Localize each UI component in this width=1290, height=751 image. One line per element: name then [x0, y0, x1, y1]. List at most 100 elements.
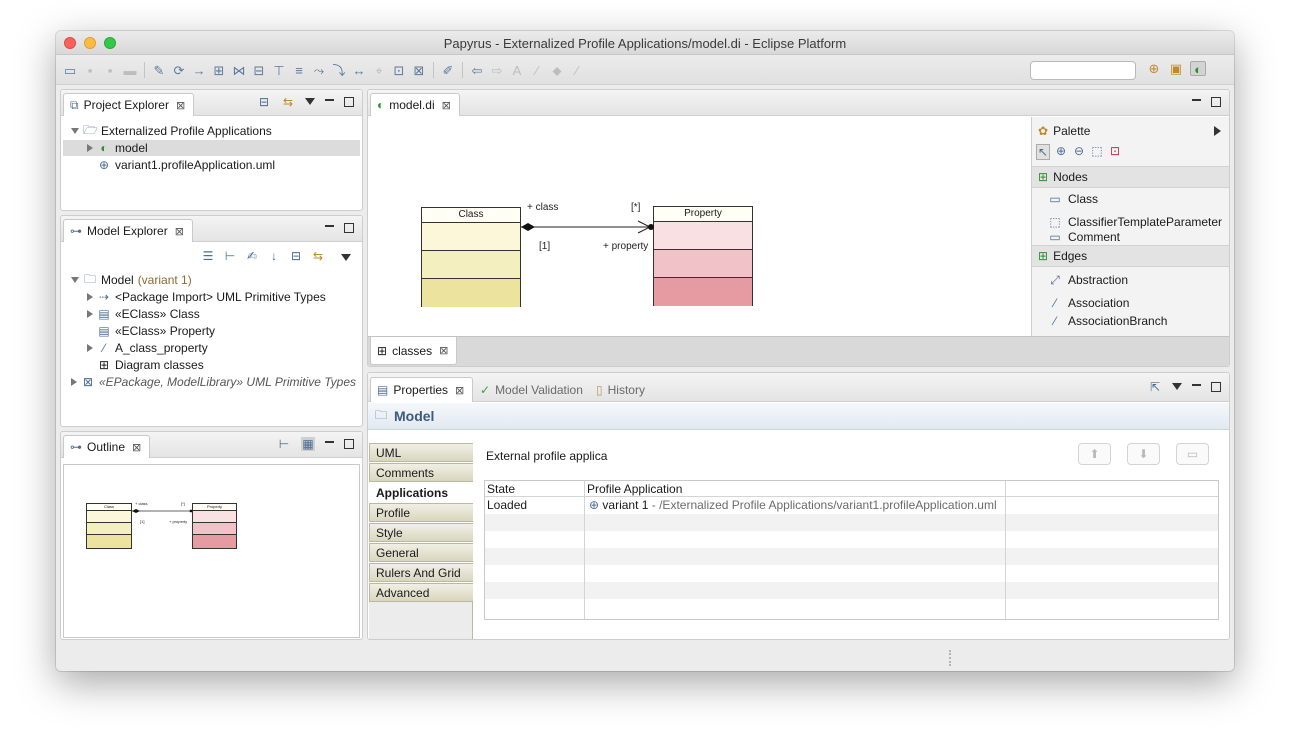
- resize-icon[interactable]: ↔: [351, 63, 367, 78]
- forward-icon[interactable]: ⇨: [489, 63, 505, 78]
- collapse-icon[interactable]: [87, 293, 93, 301]
- palette-tool-comment[interactable]: ▭ Comment: [1048, 230, 1120, 243]
- link-style-icon[interactable]: ⤵: [331, 63, 347, 78]
- pin-view-icon[interactable]: ⇱: [1148, 380, 1162, 394]
- overview-icon[interactable]: ▦: [301, 437, 315, 451]
- association-line[interactable]: [368, 117, 1031, 336]
- save-all-icon[interactable]: ▪: [102, 63, 118, 78]
- layout-icon[interactable]: ⊟: [251, 63, 267, 78]
- close-icon[interactable]: ⊠: [132, 441, 141, 454]
- tree-outline-icon[interactable]: ⊢: [277, 437, 291, 451]
- refresh-icon[interactable]: ⟳: [171, 63, 187, 78]
- palette-tool-association[interactable]: ⁄ Association: [1048, 293, 1129, 313]
- switch-profile-button[interactable]: ▭: [1176, 443, 1209, 465]
- tab-classes-diagram[interactable]: ⊞ classes ⊠: [370, 337, 458, 365]
- tab-model-validation[interactable]: ✓ Model Validation: [474, 377, 591, 402]
- side-tab-general[interactable]: General: [369, 543, 473, 562]
- select-tool-icon[interactable]: ↖: [1036, 144, 1050, 160]
- multiplicity-star[interactable]: [*]: [631, 202, 640, 213]
- connector-icon[interactable]: →: [191, 63, 207, 78]
- hide-palette-icon[interactable]: [1214, 126, 1221, 136]
- palette-tool-association-branch[interactable]: ⁄ AssociationBranch: [1048, 314, 1167, 327]
- collapse-all-icon[interactable]: ⊟: [257, 95, 271, 109]
- view-menu-icon[interactable]: [341, 254, 351, 261]
- collapse-all-icon[interactable]: ⊟: [289, 249, 303, 263]
- collapse-icon[interactable]: [87, 144, 93, 152]
- minimize-icon[interactable]: [325, 225, 334, 227]
- papyrus-perspective-icon[interactable]: ◐: [1190, 61, 1206, 77]
- arrange-icon[interactable]: ⋈: [231, 63, 247, 78]
- resource-perspective-icon[interactable]: ▣: [1168, 61, 1184, 76]
- table-row[interactable]: Loaded ⊕ variant 1 - /Externalized Profi…: [485, 497, 1218, 514]
- brush-icon[interactable]: ✐: [440, 63, 456, 78]
- minimize-icon[interactable]: [1192, 99, 1201, 101]
- tree-item-eclass-property[interactable]: ▤ «EClass» Property: [97, 323, 215, 339]
- load-profile-button[interactable]: ⬆: [1078, 443, 1111, 465]
- column-header-profile-application[interactable]: Profile Application: [585, 481, 1006, 497]
- side-tab-applications[interactable]: Applications: [369, 483, 473, 502]
- save-icon[interactable]: ▪: [82, 63, 98, 78]
- route-icon[interactable]: ⤳: [311, 63, 327, 78]
- minimize-icon[interactable]: [325, 99, 334, 101]
- tree-item-project[interactable]: 🗁 Externalized Profile Applications: [71, 123, 272, 139]
- select-icon[interactable]: ⌖: [371, 63, 387, 78]
- edit-icon[interactable]: ✎: [151, 63, 167, 78]
- side-tab-comments[interactable]: Comments: [369, 463, 473, 482]
- marquee-icon[interactable]: ⬚: [1090, 144, 1104, 160]
- font-icon[interactable]: A: [509, 63, 525, 78]
- tree-item-model[interactable]: ◐ model: [63, 140, 360, 156]
- palette-drawer-nodes[interactable]: ⊞ Nodes: [1032, 166, 1229, 188]
- side-tab-advanced[interactable]: Advanced: [369, 583, 473, 602]
- collapse-icon[interactable]: [87, 344, 93, 352]
- line-style-icon[interactable]: ⁄: [569, 63, 585, 78]
- palette-tool-classifier-template-parameter[interactable]: ⬚ ClassifierTemplateParameter: [1048, 212, 1222, 232]
- tree-layout-icon[interactable]: ⊤: [271, 63, 287, 78]
- maximize-icon[interactable]: [1211, 382, 1221, 392]
- tab-model-explorer[interactable]: ⊶ Model Explorer ⊠: [63, 219, 193, 242]
- tree-item-model-root[interactable]: 🗀 Model (variant 1): [71, 272, 192, 288]
- profile-applications-table[interactable]: State Profile Application Loaded ⊕ varia…: [484, 480, 1219, 620]
- frame-icon[interactable]: ⊠: [411, 63, 427, 78]
- align-icon[interactable]: ⊞: [211, 63, 227, 78]
- back-icon[interactable]: ⇦: [469, 63, 485, 78]
- tree-item-eclass-class[interactable]: ▤ «EClass» Class: [87, 306, 200, 322]
- quick-access-search-input[interactable]: [1030, 61, 1136, 80]
- list-view-icon[interactable]: ☰: [201, 249, 215, 263]
- palette-drawer-edges[interactable]: ⊞ Edges: [1032, 245, 1229, 267]
- tab-outline[interactable]: ⊶ Outline ⊠: [63, 435, 151, 458]
- filter-icon[interactable]: ✍: [245, 249, 259, 263]
- line-color-icon[interactable]: ⁄: [529, 63, 545, 78]
- tree-item-association[interactable]: ⁄ A_class_property: [87, 340, 208, 356]
- tree-item-package-import[interactable]: ⇢ <Package Import> UML Primitive Types: [87, 289, 326, 305]
- tab-project-explorer[interactable]: ⧉ Project Explorer ⊠: [63, 93, 195, 116]
- tab-properties[interactable]: ▤ Properties ⊠: [370, 377, 474, 402]
- collapse-icon[interactable]: [87, 310, 93, 318]
- distribute-icon[interactable]: ≡: [291, 63, 307, 78]
- collapse-icon[interactable]: [71, 378, 77, 386]
- open-perspective-icon[interactable]: ⊕: [1146, 61, 1162, 76]
- maximize-icon[interactable]: [344, 439, 354, 449]
- close-icon[interactable]: ⊠: [176, 99, 185, 112]
- side-tab-rulers-and-grid[interactable]: Rulers And Grid: [369, 563, 473, 582]
- close-icon[interactable]: ⊠: [439, 344, 448, 357]
- zoom-out-icon[interactable]: ⊖: [1072, 144, 1086, 160]
- link-editor-icon[interactable]: ⇆: [281, 95, 295, 109]
- minimize-icon[interactable]: [1192, 384, 1201, 386]
- zoom-in-icon[interactable]: ⊕: [1054, 144, 1068, 160]
- tree-item-uml-file[interactable]: ⊕ variant1.profileApplication.uml: [97, 157, 275, 173]
- fill-color-icon[interactable]: ⬥: [549, 63, 565, 78]
- expand-icon[interactable]: [71, 277, 79, 283]
- column-header-state[interactable]: State: [485, 481, 585, 497]
- sort-alpha-icon[interactable]: ↓: [267, 249, 281, 263]
- unload-profile-button[interactable]: ⬇: [1127, 443, 1160, 465]
- palette-tool-class[interactable]: ▭ Class: [1048, 189, 1098, 209]
- maximize-icon[interactable]: [1211, 97, 1221, 107]
- view-menu-icon[interactable]: [305, 98, 315, 105]
- outline-thumbnail[interactable]: Class Property + class [*] [1] + propert…: [63, 464, 360, 638]
- palette-tool-abstraction[interactable]: ⤢ Abstraction: [1048, 270, 1128, 290]
- close-icon[interactable]: ⊠: [175, 225, 184, 238]
- diagram-canvas[interactable]: Class Property + class [*] [1] + propert…: [368, 117, 1031, 336]
- maximize-icon[interactable]: [344, 223, 354, 233]
- tree-view-icon[interactable]: ⊢: [223, 249, 237, 263]
- column-header-extra[interactable]: [1006, 481, 1218, 497]
